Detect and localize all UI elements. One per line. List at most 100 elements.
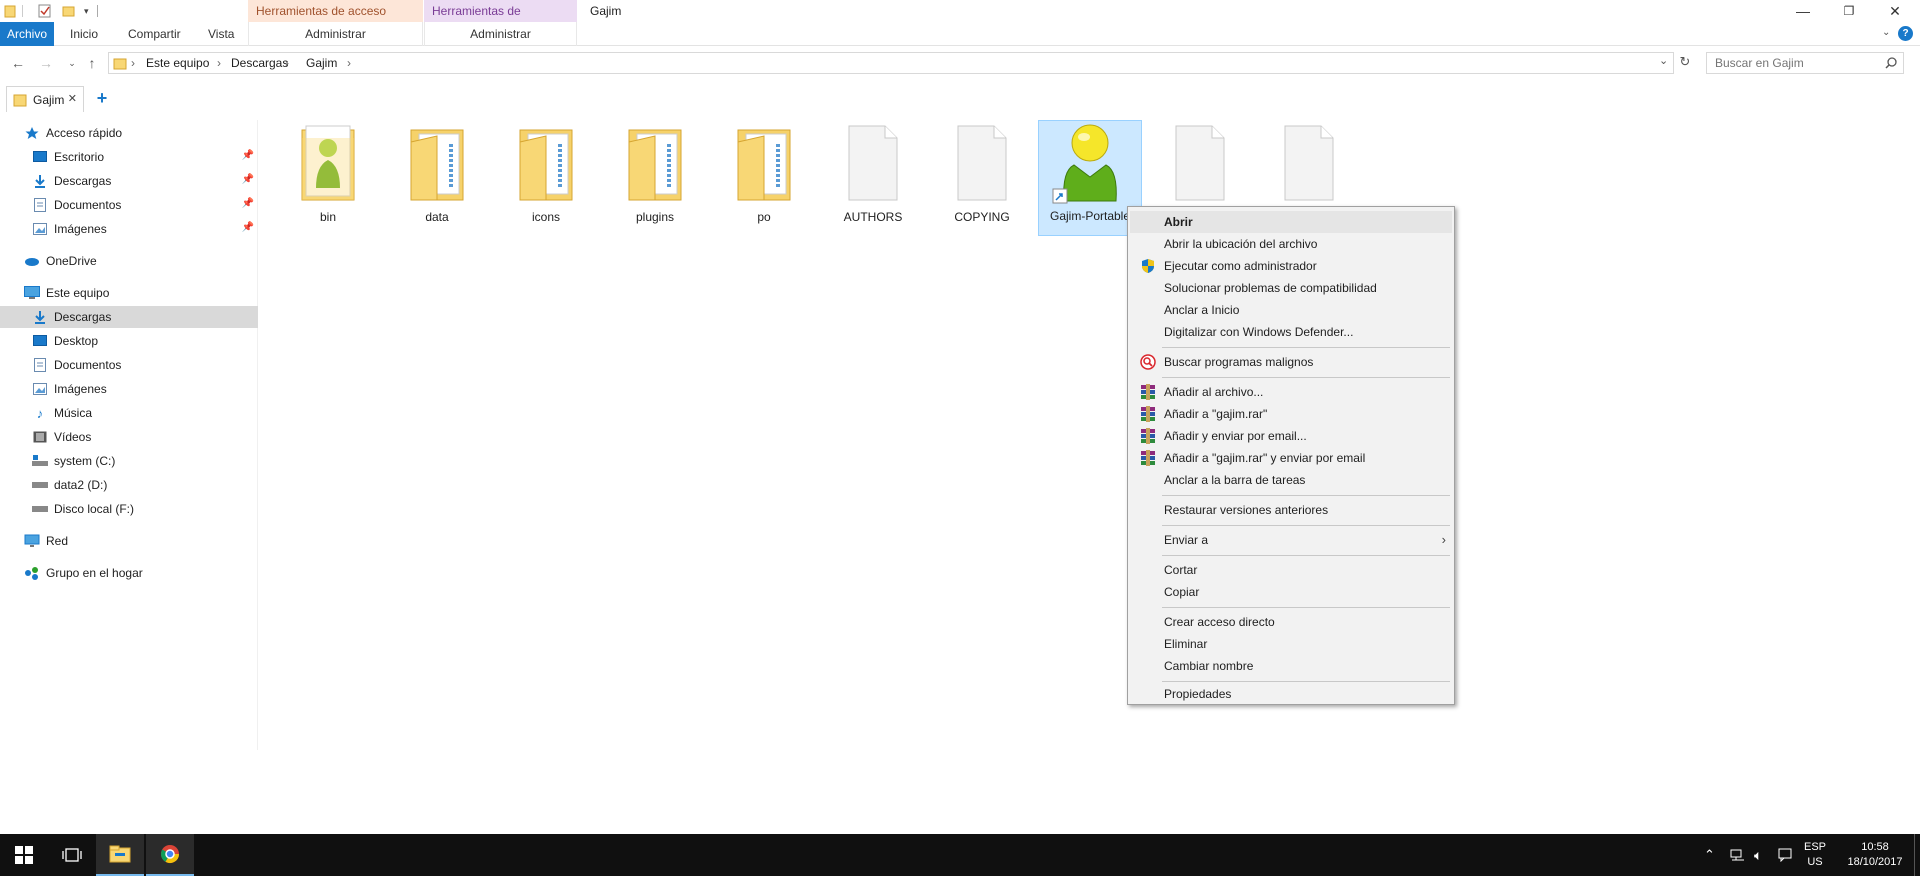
sidebar-item-descargas[interactable]: Descargas: [0, 306, 258, 328]
breadcrumb-descargas[interactable]: Descargas: [231, 56, 288, 70]
menu-item-anadir-archivo[interactable]: Añadir al archivo...: [1130, 381, 1452, 403]
sidebar-item-desktop[interactable]: Desktop: [0, 330, 258, 352]
address-history-dropdown[interactable]: ⌄: [1659, 54, 1668, 67]
new-folder-icon[interactable]: [62, 4, 76, 18]
search-input[interactable]: [1707, 53, 1877, 73]
menu-item-restaurar-versiones[interactable]: Restaurar versiones anteriores: [1130, 499, 1452, 521]
address-bar[interactable]: › Este equipo › Descargas › Gajim › ⌄: [108, 52, 1674, 74]
folder-tab-gajim[interactable]: Gajim ✕: [6, 86, 84, 112]
sidebar-item-quick-access[interactable]: Acceso rápido: [0, 122, 258, 144]
sidebar-item-documentos-quick[interactable]: Documentos 📌: [0, 194, 258, 216]
show-hidden-icons-button[interactable]: ⌃: [1704, 834, 1715, 876]
show-desktop-button[interactable]: [1914, 834, 1920, 876]
sidebar-item-musica[interactable]: ♪ Música: [0, 402, 258, 424]
search-box[interactable]: [1706, 52, 1904, 74]
file-item[interactable]: AUTHORS: [821, 122, 925, 234]
file-item[interactable]: po: [712, 122, 816, 234]
help-icon[interactable]: ?: [1898, 26, 1913, 41]
gajim-app-icon: [1050, 121, 1130, 205]
sidebar-item-label: system (C:): [54, 454, 116, 468]
contextual-tab-shortcut-tools[interactable]: Herramientas de acceso directo: [248, 0, 423, 40]
minimize-button[interactable]: —: [1780, 0, 1826, 22]
sidebar-item-imagenes[interactable]: Imágenes: [0, 378, 258, 400]
close-tab-icon[interactable]: ✕: [68, 92, 77, 105]
up-button[interactable]: ↑: [82, 54, 102, 72]
sidebar-item-system-c[interactable]: system (C:): [0, 450, 258, 472]
sidebar-item-videos[interactable]: Vídeos: [0, 426, 258, 448]
download-icon: [32, 309, 48, 325]
sidebar-item-onedrive[interactable]: OneDrive: [0, 250, 258, 272]
sidebar-item-escritorio[interactable]: Escritorio 📌: [0, 146, 258, 168]
refresh-button[interactable]: ↻: [1676, 54, 1694, 72]
menu-item-propiedades[interactable]: Propiedades: [1130, 683, 1452, 705]
breadcrumb-separator[interactable]: ›: [285, 56, 289, 70]
tab-compartir[interactable]: Compartir: [118, 22, 191, 46]
sidebar-item-grupo-hogar[interactable]: Grupo en el hogar: [0, 562, 258, 584]
menu-item-anclar-inicio[interactable]: Anclar a Inicio: [1130, 299, 1452, 321]
menu-item-label: Restaurar versiones anteriores: [1164, 503, 1329, 517]
menu-item-enviar-a[interactable]: Enviar a ›: [1130, 529, 1452, 551]
sidebar-item-label: Imágenes: [54, 222, 107, 236]
network-tray-icon[interactable]: [1730, 834, 1746, 876]
menu-item-compatibilidad[interactable]: Solucionar problemas de compatibilidad: [1130, 277, 1452, 299]
sidebar-item-red[interactable]: Red: [0, 530, 258, 552]
close-icon: ✕: [1889, 2, 1901, 19]
recent-locations-button[interactable]: ⌄: [62, 54, 82, 72]
forward-button[interactable]: →: [36, 54, 56, 72]
tab-vista[interactable]: Vista: [198, 22, 244, 46]
sidebar-item-disco-local-f[interactable]: Disco local (F:): [0, 498, 258, 520]
task-view-button[interactable]: [48, 834, 96, 876]
file-item[interactable]: plugins: [603, 122, 707, 234]
ribbon-expand-icon[interactable]: ⌄: [1882, 27, 1890, 38]
menu-item-eliminar[interactable]: Eliminar: [1130, 633, 1452, 655]
menu-item-cortar[interactable]: Cortar: [1130, 559, 1452, 581]
restore-button[interactable]: ❐: [1826, 0, 1872, 22]
menu-item-buscar-malignos[interactable]: Buscar programas malignos: [1130, 351, 1452, 373]
chevron-down-icon[interactable]: ▾: [84, 6, 89, 17]
breadcrumb-separator[interactable]: ›: [131, 56, 135, 70]
menu-item-cambiar-nombre[interactable]: Cambiar nombre: [1130, 655, 1452, 677]
breadcrumb-este-equipo[interactable]: Este equipo: [146, 56, 209, 70]
menu-item-anadir-gajim-rar[interactable]: Añadir a "gajim.rar": [1130, 403, 1452, 425]
desktop-icon: [32, 149, 48, 165]
file-item[interactable]: bin: [276, 122, 380, 234]
tab-administrar-app[interactable]: Administrar: [424, 22, 577, 46]
taskbar-chrome[interactable]: [146, 834, 194, 876]
menu-item-crear-acceso-directo[interactable]: Crear acceso directo: [1130, 611, 1452, 633]
back-button[interactable]: ←: [8, 54, 28, 72]
properties-icon[interactable]: [38, 4, 52, 18]
menu-item-windows-defender[interactable]: Digitalizar con Windows Defender...: [1130, 321, 1452, 343]
menu-item-copiar[interactable]: Copiar: [1130, 581, 1452, 603]
menu-item-anclar-barra-tareas[interactable]: Anclar a la barra de tareas: [1130, 469, 1452, 491]
menu-item-anadir-gajim-rar-email[interactable]: Añadir a "gajim.rar" y enviar por email: [1130, 447, 1452, 469]
taskbar-file-explorer[interactable]: [96, 834, 144, 876]
tab-inicio[interactable]: Inicio: [60, 22, 108, 46]
input-language-indicator[interactable]: ESP US: [1804, 834, 1826, 876]
action-center-tray-icon[interactable]: [1778, 834, 1792, 876]
sidebar-item-este-equipo[interactable]: Este equipo: [0, 282, 258, 304]
start-button[interactable]: [0, 834, 48, 876]
notification-icon: [1778, 848, 1792, 862]
clock[interactable]: 10:58 18/10/2017: [1840, 834, 1910, 876]
menu-item-abrir-ubicacion[interactable]: Abrir la ubicación del archivo: [1130, 233, 1452, 255]
sidebar-item-documentos[interactable]: Documentos: [0, 354, 258, 376]
breadcrumb-separator[interactable]: ›: [347, 56, 351, 70]
breadcrumb-separator[interactable]: ›: [217, 56, 221, 70]
file-item[interactable]: COPYING: [930, 122, 1034, 234]
new-tab-button[interactable]: +: [92, 88, 112, 108]
volume-tray-icon[interactable]: 🔈︎: [1754, 834, 1762, 876]
tab-administrar-shortcut[interactable]: Administrar: [248, 22, 423, 46]
sidebar-item-imagenes-quick[interactable]: Imágenes 📌: [0, 218, 258, 240]
menu-item-ejecutar-admin[interactable]: Ejecutar como administrador: [1130, 255, 1452, 277]
search-icon[interactable]: [1885, 57, 1897, 69]
file-item[interactable]: icons: [494, 122, 598, 234]
sidebar-item-data2-d[interactable]: data2 (D:): [0, 474, 258, 496]
sidebar-item-descargas-quick[interactable]: Descargas 📌: [0, 170, 258, 192]
contextual-tab-application-tools[interactable]: Herramientas de aplicación: [424, 0, 577, 40]
tab-archivo[interactable]: Archivo: [0, 22, 54, 46]
breadcrumb-gajim[interactable]: Gajim: [306, 56, 337, 70]
close-button[interactable]: ✕: [1872, 0, 1918, 22]
menu-item-abrir[interactable]: Abrir: [1130, 211, 1452, 233]
menu-item-anadir-email[interactable]: Añadir y enviar por email...: [1130, 425, 1452, 447]
file-item[interactable]: data: [385, 122, 489, 234]
